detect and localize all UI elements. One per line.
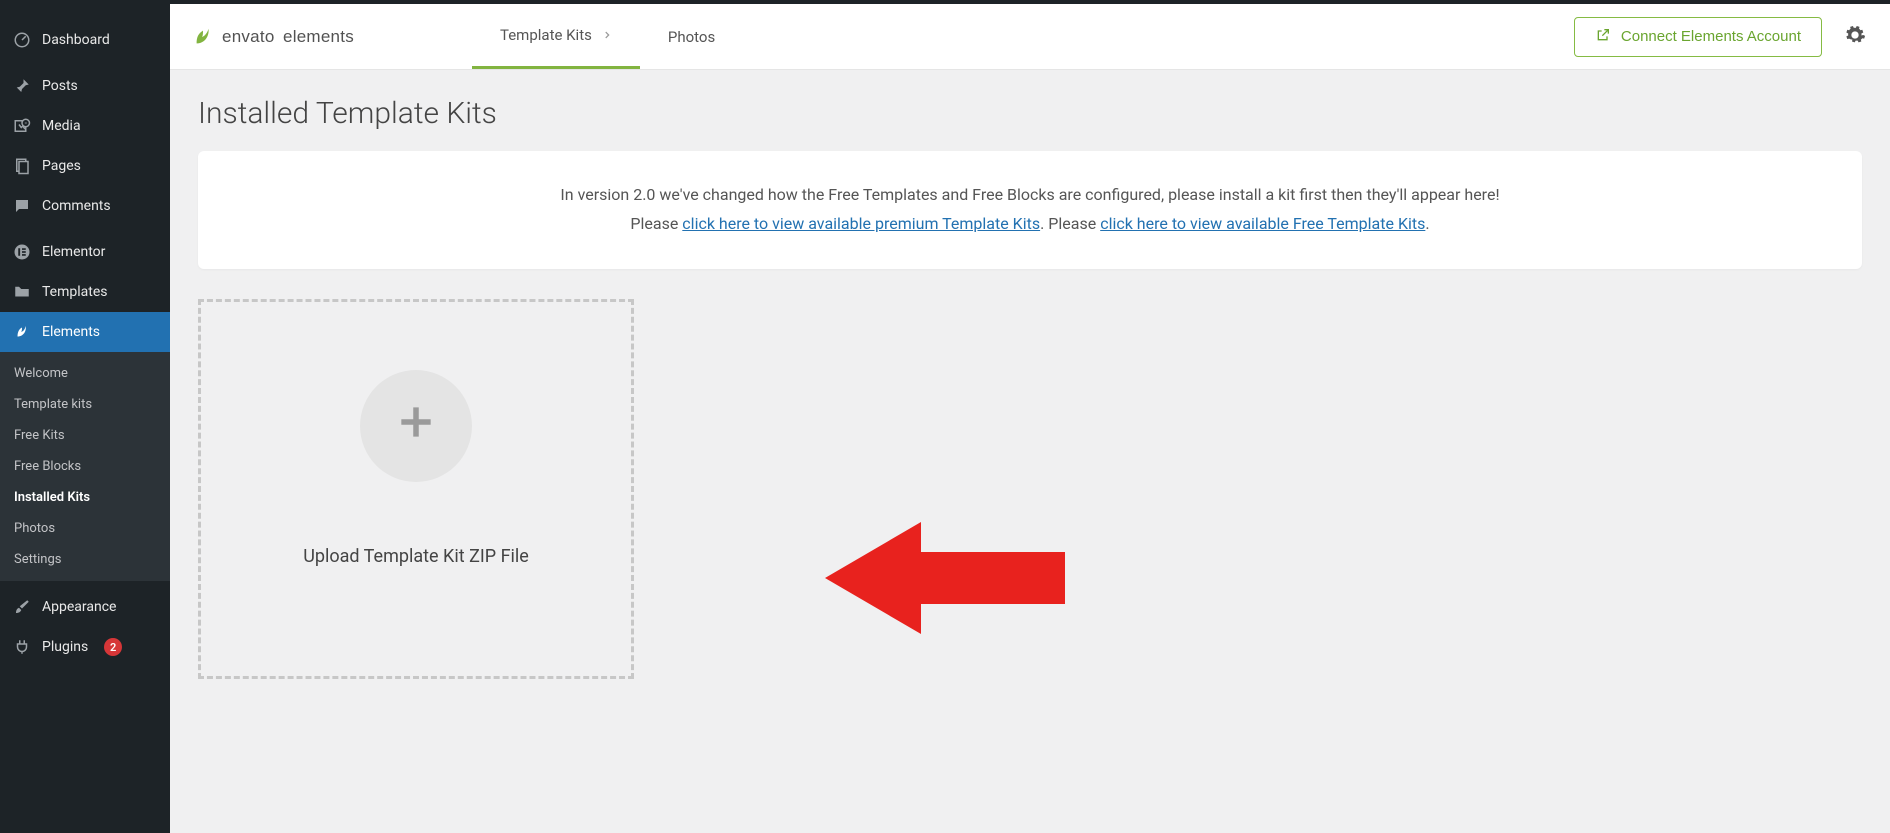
media-icon xyxy=(12,116,32,136)
svg-text:envato: envato xyxy=(222,27,275,46)
brush-icon xyxy=(12,597,32,617)
upload-label: Upload Template Kit ZIP File xyxy=(303,546,529,567)
pages-icon xyxy=(12,156,32,176)
plugins-badge: 2 xyxy=(104,638,122,656)
sidebar-item-label: Posts xyxy=(42,78,78,94)
subitem-free-kits[interactable]: Free Kits xyxy=(0,420,170,451)
notice-text-1: In version 2.0 we've changed how the Fre… xyxy=(222,181,1838,210)
subitem-template-kits[interactable]: Template kits xyxy=(0,389,170,420)
leaf-icon xyxy=(192,26,214,48)
subitem-photos[interactable]: Photos xyxy=(0,513,170,544)
sidebar-item-label: Elementor xyxy=(42,244,105,260)
external-link-icon xyxy=(1595,27,1611,47)
notice-text-prefix: Please xyxy=(630,214,682,233)
tab-label: Template Kits xyxy=(500,26,592,44)
sidebar-item-elementor[interactable]: Elementor xyxy=(0,232,170,272)
tab-label: Photos xyxy=(668,28,715,46)
sidebar-item-media[interactable]: Media xyxy=(0,106,170,146)
connect-elements-button[interactable]: Connect Elements Account xyxy=(1574,17,1822,57)
top-tabs: Template Kits Photos xyxy=(472,4,743,69)
sidebar-item-appearance[interactable]: Appearance xyxy=(0,587,170,627)
envato-logo[interactable]: envato elements xyxy=(192,4,462,69)
page-title: Installed Template Kits xyxy=(198,96,1862,131)
sidebar-item-label: Templates xyxy=(42,284,108,300)
sidebar-item-dashboard[interactable]: Dashboard xyxy=(0,20,170,60)
notice-text-2: Please click here to view available prem… xyxy=(222,210,1838,239)
pin-icon xyxy=(12,76,32,96)
envato-logo-text: envato elements xyxy=(222,24,432,50)
sidebar-item-pages[interactable]: Pages xyxy=(0,146,170,186)
subitem-welcome[interactable]: Welcome xyxy=(0,358,170,389)
link-premium-kits[interactable]: click here to view available premium Tem… xyxy=(682,214,1040,233)
sidebar-item-label: Elements xyxy=(42,324,100,340)
upload-kit-dropzone[interactable]: Upload Template Kit ZIP File xyxy=(198,299,634,679)
elementor-icon xyxy=(12,242,32,262)
sidebar-item-label: Media xyxy=(42,118,81,134)
sidebar-item-label: Comments xyxy=(42,198,111,214)
comment-icon xyxy=(12,196,32,216)
plugin-top-bar: envato elements Template Kits Photos Con… xyxy=(170,4,1890,70)
wp-sidebar: Dashboard Posts Media Pages Comments Ele… xyxy=(0,0,170,833)
svg-text:elements: elements xyxy=(283,27,354,46)
folder-icon xyxy=(12,282,32,302)
notice-text-suffix: . xyxy=(1425,214,1429,233)
tab-photos[interactable]: Photos xyxy=(640,4,743,69)
subitem-free-blocks[interactable]: Free Blocks xyxy=(0,451,170,482)
sidebar-item-comments[interactable]: Comments xyxy=(0,186,170,226)
sidebar-submenu-elements: Welcome Template kits Free Kits Free Blo… xyxy=(0,352,170,581)
connect-label: Connect Elements Account xyxy=(1621,28,1801,45)
gear-icon xyxy=(1844,24,1866,46)
upload-plus-circle xyxy=(360,370,472,482)
page-body: Installed Template Kits In version 2.0 w… xyxy=(170,70,1890,833)
wp-admin-bar: Wotahub | coworking 2 0 New Hi, admin@on… xyxy=(0,0,1890,4)
sidebar-item-templates[interactable]: Templates xyxy=(0,272,170,312)
sidebar-item-label: Dashboard xyxy=(42,32,110,48)
plug-icon xyxy=(12,637,32,657)
sidebar-item-posts[interactable]: Posts xyxy=(0,66,170,106)
notice-text-mid: . Please xyxy=(1040,214,1100,233)
annotation-arrow-icon xyxy=(824,522,1066,634)
sidebar-item-label: Appearance xyxy=(42,599,116,615)
subitem-settings[interactable]: Settings xyxy=(0,544,170,575)
chevron-right-icon xyxy=(602,26,612,44)
sidebar-item-plugins[interactable]: Plugins 2 xyxy=(0,627,170,667)
sidebar-item-elements[interactable]: Elements xyxy=(0,312,170,352)
leaf-icon xyxy=(12,322,32,342)
sidebar-item-label: Plugins xyxy=(42,639,88,655)
link-free-kits[interactable]: click here to view available Free Templa… xyxy=(1100,214,1425,233)
sidebar-item-label: Pages xyxy=(42,158,81,174)
settings-button[interactable] xyxy=(1844,24,1866,50)
plus-icon xyxy=(394,400,438,453)
notice-box: In version 2.0 we've changed how the Fre… xyxy=(198,151,1862,269)
tab-template-kits[interactable]: Template Kits xyxy=(472,4,640,69)
dashboard-icon xyxy=(12,30,32,50)
content-area: envato elements Template Kits Photos Con… xyxy=(170,4,1890,833)
subitem-installed-kits[interactable]: Installed Kits xyxy=(0,482,170,513)
